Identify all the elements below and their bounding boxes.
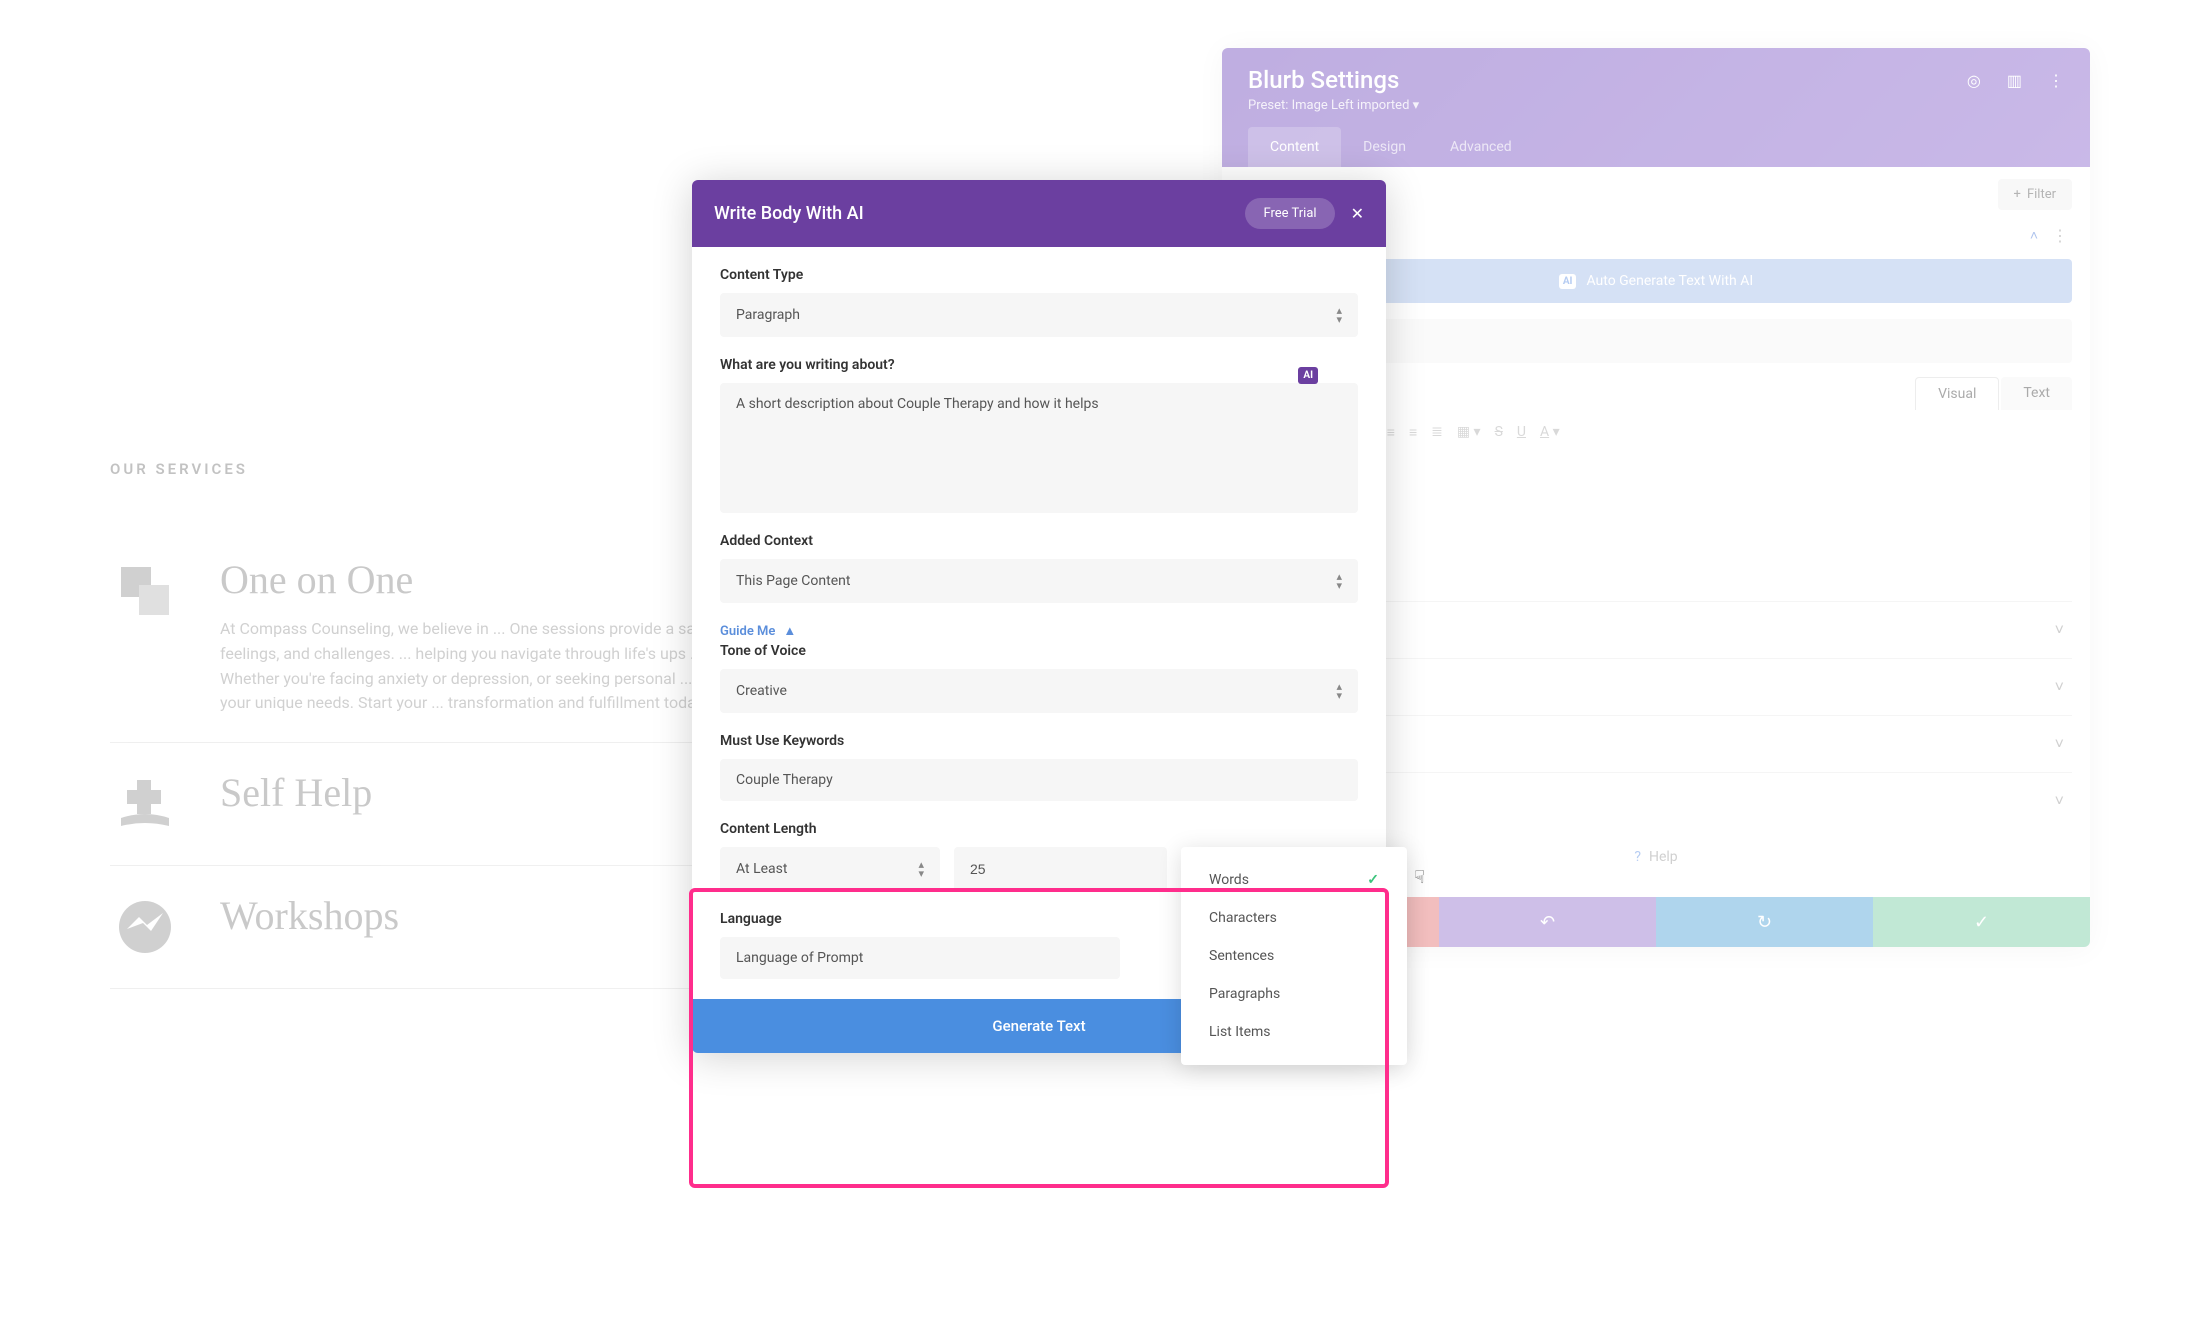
chevron-down-icon[interactable]: ˅ — [2055, 791, 2064, 811]
cursor-icon: ☟ — [1414, 867, 1425, 888]
strike-icon[interactable]: S — [1495, 424, 1503, 441]
align-center-icon[interactable]: ≡ — [1387, 424, 1395, 441]
tab-design[interactable]: Design — [1341, 127, 1428, 167]
kebab-icon[interactable]: ⋮ — [2048, 71, 2064, 90]
redo-button[interactable]: ↻ — [1656, 897, 1873, 947]
keywords-label: Must Use Keywords — [720, 733, 1358, 749]
select-arrows-icon: ▴▾ — [1336, 306, 1342, 324]
preset-row[interactable]: Preset: Image Left imported ▾ — [1248, 98, 2064, 113]
service-title: Self Help — [220, 769, 372, 816]
ai-badge-icon: AI — [1559, 274, 1577, 289]
unit-option-sentences[interactable]: Sentences — [1181, 937, 1407, 975]
modal-title: Write Body With AI — [714, 203, 864, 224]
length-unit-dropdown: Words ✓ Characters Sentences Paragraphs … — [1181, 847, 1407, 1065]
kebab-icon[interactable]: ⋮ — [2052, 226, 2068, 245]
tone-select[interactable]: Creative ▴▾ — [720, 669, 1358, 713]
writing-about-label: What are you writing about? — [720, 357, 1358, 373]
length-mode-select[interactable]: At Least ▴▾ — [720, 847, 940, 891]
help-icon: ? — [1634, 849, 1641, 865]
select-arrows-icon: ▴▾ — [1336, 682, 1342, 700]
settings-title: Blurb Settings — [1248, 66, 1399, 94]
responsive-icon[interactable]: ▥ — [2007, 71, 2022, 90]
settings-header: Blurb Settings ◎ ▥ ⋮ Preset: Image Left … — [1222, 48, 2090, 167]
table-icon[interactable]: ▦ ▾ — [1457, 424, 1481, 441]
medical-icon — [110, 769, 180, 839]
unit-option-words[interactable]: Words ✓ — [1181, 861, 1407, 899]
added-context-label: Added Context — [720, 533, 1358, 549]
guide-me-toggle[interactable]: Guide Me▲ — [720, 623, 1358, 639]
tab-advanced[interactable]: Advanced — [1428, 127, 1534, 167]
free-trial-badge[interactable]: Free Trial — [1245, 198, 1334, 229]
chevron-down-icon[interactable]: ˅ — [2055, 734, 2064, 754]
write-body-ai-modal: Write Body With AI Free Trial ✕ Content … — [692, 180, 1386, 1053]
justify-icon[interactable]: ≣ — [1431, 424, 1443, 441]
check-icon: ✓ — [1367, 872, 1379, 888]
target-icon[interactable]: ◎ — [1967, 71, 1981, 90]
messenger-icon — [110, 892, 180, 962]
editor-tab-text[interactable]: Text — [2001, 377, 2072, 410]
confirm-button[interactable]: ✓ — [1873, 897, 2090, 947]
added-context-select[interactable]: This Page Content ▴▾ — [720, 559, 1358, 603]
content-type-label: Content Type — [720, 267, 1358, 283]
ai-badge-icon[interactable]: AI — [1298, 367, 1318, 384]
writing-about-textarea[interactable]: A short description about Couple Therapy… — [720, 383, 1358, 513]
keywords-input[interactable]: Couple Therapy — [720, 759, 1358, 801]
service-title: Workshops — [220, 892, 399, 939]
tab-content[interactable]: Content — [1248, 127, 1341, 167]
select-arrows-icon: ▴▾ — [918, 860, 924, 878]
tone-label: Tone of Voice — [720, 643, 1358, 659]
chevron-down-icon[interactable]: ˅ — [2055, 620, 2064, 640]
content-type-select[interactable]: Paragraph ▴▾ — [720, 293, 1358, 337]
filter-button[interactable]: +Filter — [1998, 179, 2072, 210]
length-number-input[interactable] — [954, 847, 1167, 891]
overlap-icon — [110, 556, 180, 626]
language-select[interactable]: Language of Prompt — [720, 937, 1120, 979]
unit-option-list-items[interactable]: List Items — [1181, 1013, 1407, 1051]
underline-icon[interactable]: U — [1517, 424, 1526, 441]
close-icon[interactable]: ✕ — [1351, 204, 1364, 223]
textcolor-icon[interactable]: A ▾ — [1540, 424, 1560, 441]
chevron-up-icon: ▲ — [783, 623, 796, 639]
undo-button[interactable]: ↶ — [1439, 897, 1656, 947]
unit-option-paragraphs[interactable]: Paragraphs — [1181, 975, 1407, 1013]
editor-tab-visual[interactable]: Visual — [1915, 377, 1999, 410]
unit-option-characters[interactable]: Characters — [1181, 899, 1407, 937]
align-right-icon[interactable]: ≡ — [1409, 424, 1417, 441]
collapse-icon[interactable]: ˄ — [2030, 227, 2038, 244]
content-length-label: Content Length — [720, 821, 1358, 837]
select-arrows-icon: ▴▾ — [1336, 572, 1342, 590]
chevron-down-icon[interactable]: ˅ — [2055, 677, 2064, 697]
